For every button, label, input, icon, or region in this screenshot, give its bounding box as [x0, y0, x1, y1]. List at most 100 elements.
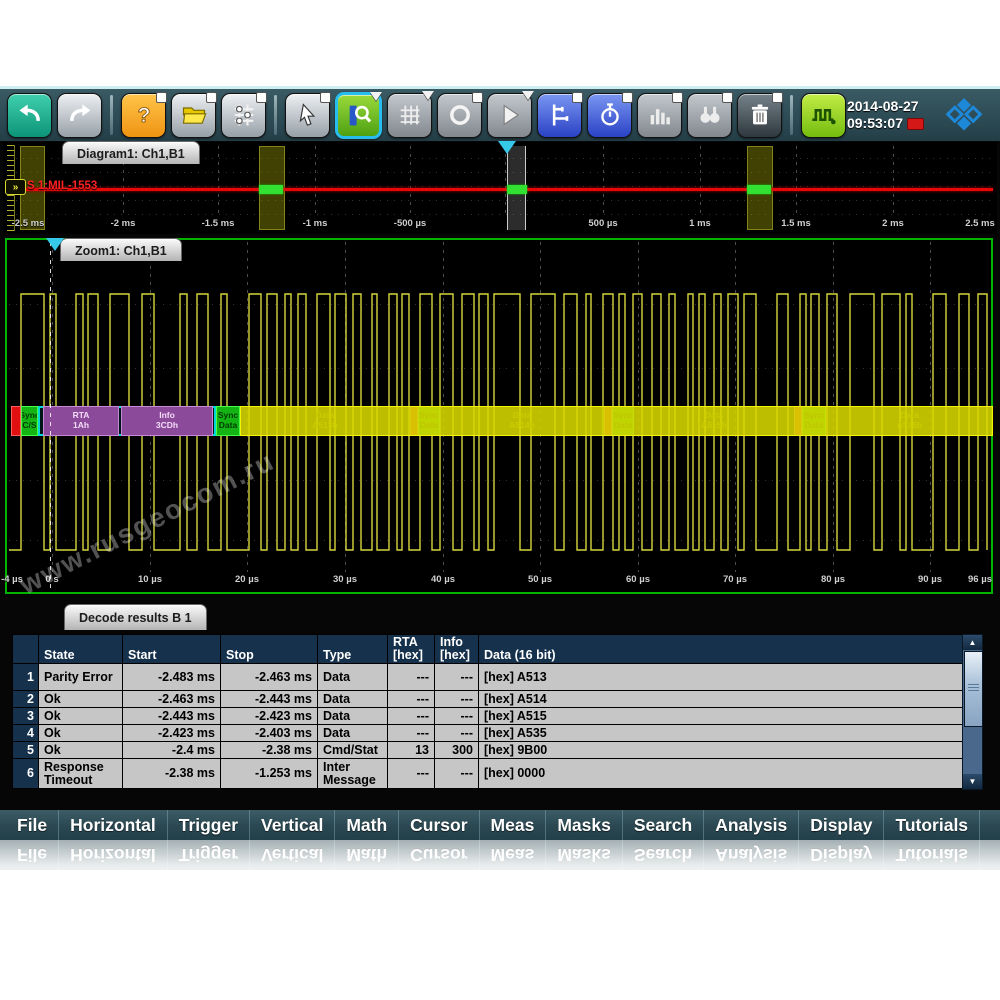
cell-info: --- — [435, 664, 479, 691]
diagram1-tick-label: 500 µs — [588, 218, 617, 229]
cell-data: [hex] A515 — [479, 708, 963, 725]
menu-item-cursor[interactable]: Cursor — [399, 810, 479, 840]
search-tool-button[interactable] — [487, 93, 532, 138]
delete-button[interactable] — [737, 93, 782, 138]
decode-segment-field[interactable]: RTA1Ah — [43, 406, 119, 436]
bus-label: S 1:MIL-1553 — [27, 180, 97, 192]
menu-item-vertical[interactable]: Vertical — [250, 810, 335, 840]
column-header[interactable]: Type — [318, 635, 388, 664]
column-header[interactable]: State — [39, 635, 123, 664]
document-badge-icon — [622, 92, 633, 103]
cell-stop: -2.463 ms — [221, 664, 318, 691]
date-text: 2014-08-27 — [847, 98, 924, 116]
grid-tool-button[interactable] — [387, 93, 432, 138]
zoom1-panel[interactable]: SyncC/SRTA1AhInfo3CDhSyncDataDataA513hSy… — [5, 238, 993, 594]
cell-data: [hex] A513 — [479, 664, 963, 691]
decode-results-tab[interactable]: Decode results B 1 — [64, 604, 207, 630]
table-row[interactable]: 2Ok-2.463 ms-2.443 msData------[hex] A51… — [13, 691, 963, 708]
diagram1-tab[interactable]: Diagram1: Ch1,B1 — [62, 141, 200, 164]
scroll-up-button[interactable]: ▲ — [963, 635, 982, 650]
cell-type: Data — [318, 725, 388, 742]
column-header[interactable]: Start — [123, 635, 221, 664]
column-header[interactable]: Data (16 bit) — [479, 635, 963, 664]
scroll-down-button[interactable]: ▼ — [963, 774, 982, 789]
zoom-history-button[interactable] — [687, 93, 732, 138]
setup-button[interactable] — [221, 93, 266, 138]
measure-button[interactable] — [537, 93, 582, 138]
toolbar-separator — [274, 95, 277, 135]
row-number: 1 — [13, 664, 39, 691]
cell-state: Ok — [39, 725, 123, 742]
undo-button[interactable] — [7, 93, 52, 138]
menu-item-analysis[interactable]: Analysis — [704, 810, 799, 840]
help-button[interactable]: ? — [121, 93, 166, 138]
table-row[interactable]: 3Ok-2.443 ms-2.423 msData------[hex] A51… — [13, 708, 963, 725]
trigger-position-line — [50, 242, 51, 590]
datetime-display: 2014-08-27 09:53:07 — [847, 98, 924, 133]
histogram-button[interactable] — [637, 93, 682, 138]
menu-item-meas[interactable]: Meas — [480, 810, 547, 840]
menu-item-horizontal[interactable]: Horizontal — [59, 810, 168, 840]
quick-meas-button[interactable] — [587, 93, 632, 138]
gridline-v — [796, 146, 797, 218]
table-row[interactable]: 4Ok-2.423 ms-2.403 msData------[hex] A53… — [13, 725, 963, 742]
cell-state: Ok — [39, 742, 123, 759]
cell-rta: --- — [388, 691, 435, 708]
document-badge-icon — [672, 92, 683, 103]
table-row[interactable]: 1Parity Error-2.483 ms-2.463 msData-----… — [13, 664, 963, 691]
decode-segment-err[interactable] — [11, 406, 21, 436]
signal-generator-button[interactable] — [801, 93, 846, 138]
cell-start: -2.4 ms — [123, 742, 221, 759]
toolbar-buttons: ? — [0, 92, 846, 139]
decoded-frame-highlight — [507, 185, 527, 194]
table-row[interactable]: 6Response Timeout-2.38 ms-1.253 msInter … — [13, 759, 963, 789]
scrollbar-thumb[interactable] — [964, 651, 983, 727]
menu-item-math[interactable]: Math — [335, 810, 399, 840]
gridline-v — [700, 146, 701, 218]
bus-trace-red — [16, 188, 993, 191]
mask-test-button[interactable] — [437, 93, 482, 138]
column-header[interactable]: Stop — [221, 635, 318, 664]
dropdown-triangle-icon — [522, 91, 534, 100]
trash-icon — [746, 101, 774, 129]
cell-info: --- — [435, 759, 479, 789]
menu-item-search[interactable]: Search — [623, 810, 704, 840]
diagram1-tick-label: 2.5 ms — [965, 218, 995, 229]
decode-segment-field[interactable]: Info3CDh — [121, 406, 213, 436]
menu-item-trigger[interactable]: Trigger — [168, 810, 250, 840]
redo-button[interactable] — [57, 93, 102, 138]
decode-segment-sync[interactable]: SyncC/S — [21, 406, 38, 436]
circle-icon — [446, 101, 474, 129]
gridline-v — [893, 146, 894, 218]
decoded-frame-highlight — [747, 185, 771, 194]
diagram1-trigger-marker-icon[interactable] — [498, 141, 516, 154]
gridline-v — [218, 146, 219, 218]
cell-rta: --- — [388, 725, 435, 742]
zoom1-plot[interactable]: SyncC/SRTA1AhInfo3CDhSyncDataDataA513hSy… — [7, 240, 991, 592]
select-tool-button[interactable] — [285, 93, 330, 138]
toolbar-separator — [110, 95, 113, 135]
menu-item-file[interactable]: File — [6, 810, 59, 840]
row-number: 3 — [13, 708, 39, 725]
table-row[interactable]: 5Ok-2.4 ms-2.38 msCmd/Stat13300[hex] 9B0… — [13, 742, 963, 759]
menu-item-masks[interactable]: Masks — [546, 810, 623, 840]
cell-start: -2.38 ms — [123, 759, 221, 789]
cell-rta: --- — [388, 664, 435, 691]
cell-stop: -2.423 ms — [221, 708, 318, 725]
row-number: 4 — [13, 725, 39, 742]
file-open-button[interactable] — [171, 93, 216, 138]
decode-segment-sync[interactable]: SyncData — [216, 406, 240, 436]
menu-item-tutorials[interactable]: Tutorials — [884, 810, 980, 840]
column-header[interactable]: RTA[hex] — [388, 635, 435, 664]
menu-item-display[interactable]: Display — [799, 810, 884, 840]
table-scrollbar[interactable]: ▲ ▼ — [962, 634, 983, 790]
row-number: 2 — [13, 691, 39, 708]
zoom1-tab[interactable]: Zoom1: Ch1,B1 — [60, 238, 182, 261]
column-header[interactable]: Info[hex] — [435, 635, 479, 664]
gridline-v — [315, 146, 316, 218]
zoom1-trigger-marker-icon[interactable] — [46, 238, 64, 251]
menu-bar: FileHorizontalTriggerVerticalMathCursorM… — [0, 810, 1000, 840]
cell-type: Data — [318, 691, 388, 708]
histogram-icon — [646, 101, 674, 129]
zoom-tool-button[interactable] — [335, 92, 382, 139]
